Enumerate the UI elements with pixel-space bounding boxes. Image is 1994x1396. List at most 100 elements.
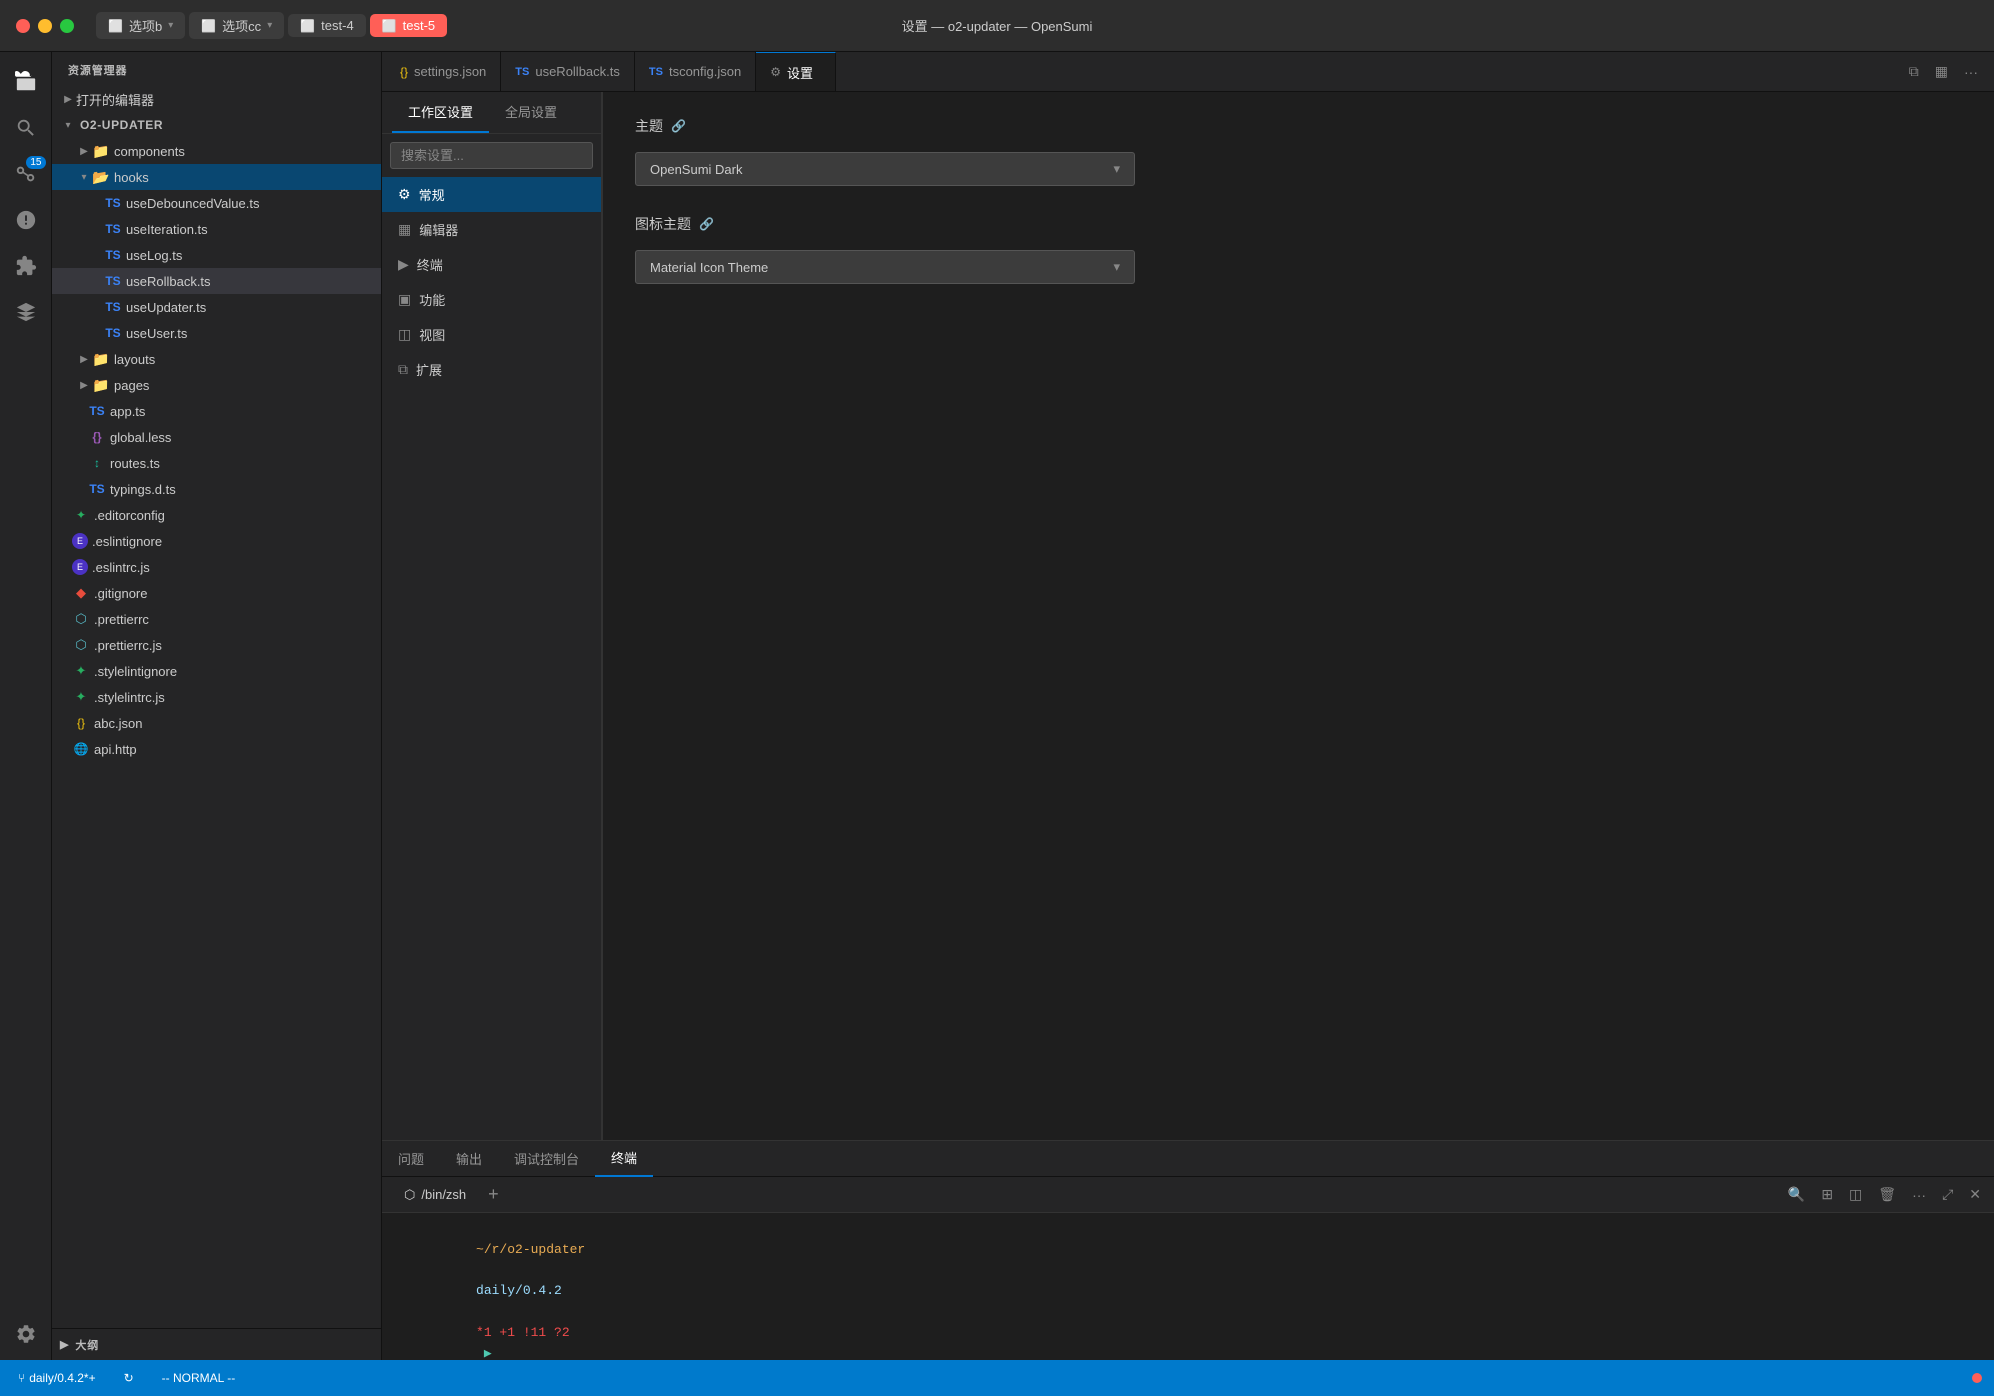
tab-settings[interactable]: ⚙ 设置 [756,52,836,92]
tree-item-gitignore[interactable]: ◆ .gitignore [52,580,381,606]
tree-item-useUpdater[interactable]: TS useUpdater.ts [52,294,381,320]
theme-field: 主题 🔗 OpenSumi Dark ▾ [635,116,1962,186]
panel-tab-terminal[interactable]: 终端 [595,1141,653,1177]
terminal-add-button[interactable]: + [480,1177,507,1213]
tree-label: routes.ts [110,456,160,471]
tab-option-cc[interactable]: ⬜ 选项cc ▾ [189,12,284,39]
tree-label: .prettierrc [94,612,149,627]
tree-item-useRollback[interactable]: TS useRollback.ts [52,268,381,294]
settings-search-input[interactable] [390,142,593,169]
tree-label: typings.d.ts [110,482,176,497]
icon-theme-dropdown[interactable]: Material Icon Theme ▾ [635,250,1135,284]
activity-scm[interactable]: 15 [4,152,48,196]
layout-button[interactable]: ▦ [1931,61,1952,82]
tree-item-useUser[interactable]: TS useUser.ts [52,320,381,346]
tree-label: useUser.ts [126,326,187,341]
settings-tab-workspace[interactable]: 工作区设置 [392,92,489,133]
theme-dropdown[interactable]: OpenSumi Dark ▾ [635,152,1135,186]
tree-item-editorconfig[interactable]: ✦ .editorconfig [52,502,381,528]
more-button[interactable]: ··· [1960,62,1982,82]
status-sync[interactable]: ↻ [118,1369,140,1387]
close-button[interactable] [16,19,30,33]
activity-custom[interactable] [4,290,48,334]
nav-item-editor[interactable]: ▦ 编辑器 [382,212,601,247]
tree-label: useLog.ts [126,248,182,263]
activity-debug[interactable] [4,198,48,242]
status-branch[interactable]: ⑂ daily/0.4.2*+ [12,1369,102,1387]
tree-item-global-less[interactable]: {} global.less [52,424,381,450]
section-open-editors[interactable]: ▶ 打开的编辑器 [52,86,381,112]
nav-item-general[interactable]: ⚙ 常规 [382,177,601,212]
scm-badge: 15 [26,156,45,169]
gear-tab-icon: ⚙ [770,65,781,79]
tree-item-useIteration[interactable]: TS useIteration.ts [52,216,381,242]
tree-item-eslintrc[interactable]: E .eslintrc.js [52,554,381,580]
outline-section[interactable]: ▶ 大纲 [60,1337,99,1353]
tab-tsconfig[interactable]: TS tsconfig.json [635,52,756,92]
terminal-more-button[interactable]: ··· [1907,1184,1931,1206]
view-icon: ◫ [398,326,411,343]
tab-option-b[interactable]: ⬜ 选项b ▾ [96,12,185,39]
activity-search[interactable] [4,106,48,150]
tree-item-app-ts[interactable]: TS app.ts [52,398,381,424]
tree-item-api-http[interactable]: 🌐 api.http [52,736,381,762]
terminal-split-button[interactable]: ◫ [1844,1183,1867,1206]
link-icon[interactable]: 🔗 [671,119,686,133]
nav-item-function[interactable]: ▣ 功能 [382,282,601,317]
terminal-maximize-button[interactable]: ⤢ [1937,1183,1958,1206]
tree-item-useLog[interactable]: TS useLog.ts [52,242,381,268]
terminal-tabs: ⬡ /bin/zsh + 🔍 ⊞ ◫ 🗑 ··· ⤢ ✕ [382,1177,1994,1213]
link-icon-2[interactable]: 🔗 [699,217,714,231]
terminal-trash-button[interactable]: 🗑 [1873,1183,1901,1206]
tree-item-abc-json[interactable]: {} abc.json [52,710,381,736]
tab-useRollback[interactable]: TS useRollback.ts [501,52,635,92]
tree-item-components[interactable]: ▶ 📁 components [52,138,381,164]
tab-settings-json[interactable]: {} settings.json [386,52,501,92]
settings-tab-global[interactable]: 全局设置 [489,92,573,133]
tab-option-cc-icon: ⬜ [201,19,216,33]
window-title: 设置 — o2-updater — OpenSumi [902,16,1093,35]
tree-item-hooks[interactable]: ▾ 📂 hooks [52,164,381,190]
nav-item-extension[interactable]: ⧉ 扩展 [382,352,601,387]
terminal-settings-button[interactable]: ⊞ [1816,1183,1838,1206]
terminal-search-button[interactable]: 🔍 [1783,1183,1810,1206]
eslint-icon: E [72,533,88,549]
activity-explorer[interactable] [4,60,48,104]
icon-theme-value: Material Icon Theme [650,260,768,275]
section-project[interactable]: ▾ O2-UPDATER [52,112,381,138]
minimize-button[interactable] [38,19,52,33]
json-tab-icon: {} [400,65,408,79]
prettier-icon: ⬡ [72,611,90,627]
split-editor-button[interactable]: ⧉ [1905,61,1923,82]
panel-tab-debug[interactable]: 调试控制台 [498,1141,595,1177]
tree-item-routes[interactable]: ↕ routes.ts [52,450,381,476]
tree-item-prettierrc[interactable]: ⬡ .prettierrc [52,606,381,632]
tree-item-layouts[interactable]: ▶ 📁 layouts [52,346,381,372]
tree-item-prettierrc-js[interactable]: ⬡ .prettierrc.js [52,632,381,658]
nav-item-terminal[interactable]: ▶ 终端 [382,247,601,282]
tree-item-typings[interactable]: TS typings.d.ts [52,476,381,502]
tab-test5-label: test-5 [403,18,436,33]
panel-tab-problems[interactable]: 问题 [382,1141,440,1177]
tree-item-stylelintignore[interactable]: ✦ .stylelintignore [52,658,381,684]
terminal-close-button[interactable]: ✕ [1964,1183,1986,1206]
tab-test4[interactable]: ⬜ test-4 [288,14,365,37]
panel-tab-output[interactable]: 输出 [440,1141,498,1177]
maximize-button[interactable] [60,19,74,33]
tree-item-pages[interactable]: ▶ 📁 pages [52,372,381,398]
prettier-icon-2: ⬡ [72,637,90,653]
terminal-content[interactable]: ~/r/o2-updater daily/0.4.2 *1 +1 !11 ?2 … [382,1213,1994,1360]
gear-icon: ⚙ [398,186,411,203]
activity-extensions[interactable] [4,244,48,288]
terminal-shell-zsh[interactable]: ⬡ /bin/zsh [390,1177,480,1213]
tree-item-useDebouncedValue[interactable]: TS useDebouncedValue.ts [52,190,381,216]
tree-label: api.http [94,742,137,757]
tab-test5[interactable]: ⬜ test-5 [370,14,447,37]
tree-item-stylelintrc[interactable]: ✦ .stylelintrc.js [52,684,381,710]
tree-item-eslintignore[interactable]: E .eslintignore [52,528,381,554]
sync-icon: ↻ [124,1371,134,1385]
icon-theme-label: 图标主题 [635,214,691,234]
open-editors-label: 打开的编辑器 [76,90,154,109]
activity-settings[interactable] [4,1316,48,1360]
nav-item-view[interactable]: ◫ 视图 [382,317,601,352]
